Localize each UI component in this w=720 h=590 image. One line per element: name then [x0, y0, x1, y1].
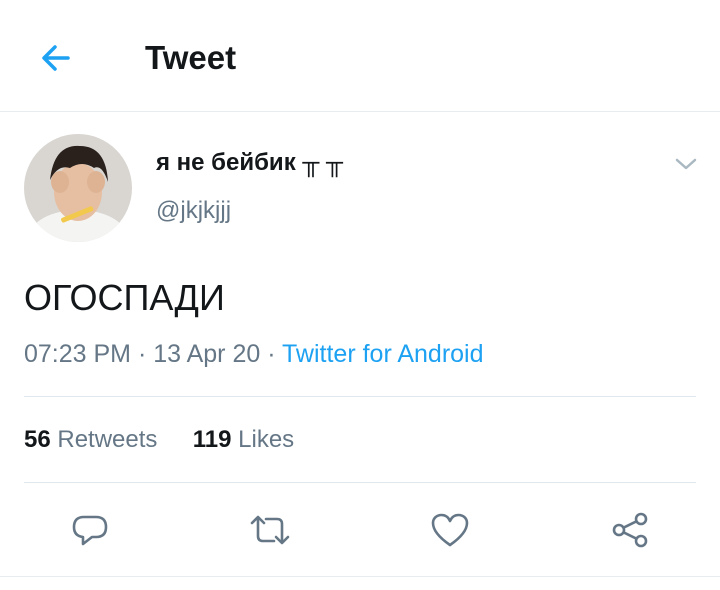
page-title: Tweet	[145, 39, 237, 76]
back-button[interactable]	[28, 30, 84, 86]
retweets-stat[interactable]: 56 Retweets	[24, 426, 157, 453]
likes-label: Likes	[238, 426, 295, 453]
divider	[24, 396, 696, 397]
author-handle[interactable]: @jkjkjjj	[156, 196, 231, 226]
tweet-date: 13 Apr 20	[153, 340, 261, 368]
avatar[interactable]	[24, 134, 132, 242]
share-button[interactable]	[606, 506, 654, 554]
tweet-actions	[0, 500, 720, 558]
retweets-count: 56	[24, 426, 51, 453]
tweet-time: 07:23 PM	[24, 340, 132, 368]
retweet-button[interactable]	[246, 506, 294, 554]
tweet-options-button[interactable]	[668, 148, 704, 180]
tweet-text: ОГОСПАДИ	[24, 277, 225, 318]
divider	[0, 576, 720, 577]
retweets-label: Retweets	[57, 426, 158, 453]
likes-stat[interactable]: 119 Likes	[193, 426, 294, 453]
likes-count: 119	[192, 426, 232, 453]
tweet-meta: 07:23 PM · 13 Apr 20 · Twitter for Andro…	[24, 338, 484, 370]
top-bar: Tweet	[0, 0, 720, 112]
divider	[24, 482, 696, 483]
reply-icon	[72, 515, 108, 546]
reply-button[interactable]	[66, 506, 114, 554]
author-name[interactable]: я не бейбик ╥ ╥	[156, 148, 343, 178]
like-button[interactable]	[426, 506, 474, 554]
tweet-stats: 56 Retweets 119 Likes	[24, 424, 294, 456]
meta-separator: ·	[131, 340, 154, 368]
heart-icon	[431, 513, 469, 547]
share-icon	[612, 512, 648, 548]
tweet-source-link[interactable]: Twitter for Android	[282, 340, 483, 368]
retweet-icon	[250, 515, 290, 545]
avatar-photo	[24, 134, 132, 242]
meta-separator: ·	[260, 340, 283, 368]
chevron-down-icon	[675, 158, 697, 170]
arrow-left-icon	[42, 45, 70, 71]
